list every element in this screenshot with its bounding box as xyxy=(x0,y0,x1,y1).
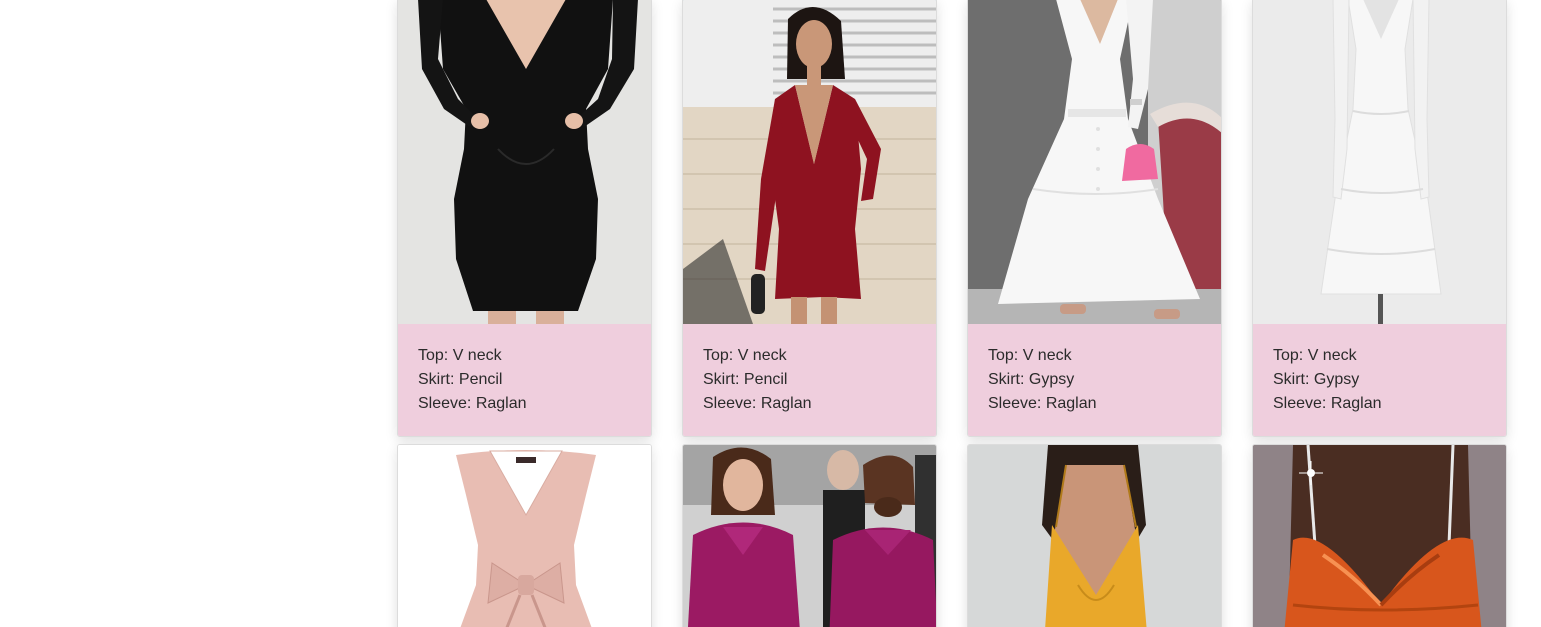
page: Top: V neck Skirt: Pencil Sleeve: Raglan xyxy=(0,0,1541,627)
product-image-red-dress[interactable] xyxy=(683,0,936,324)
product-top: Top: V neck xyxy=(988,347,1072,364)
product-card[interactable] xyxy=(397,444,652,627)
product-card[interactable]: Top: V neck Skirt: Pencil Sleeve: Raglan xyxy=(397,0,652,437)
product-sleeve: Sleeve: Raglan xyxy=(703,395,812,412)
white-maxi-dress-photo xyxy=(968,0,1221,324)
product-image-white-tiered-dress[interactable] xyxy=(1253,0,1506,324)
product-image-orange-satin-dress[interactable] xyxy=(1253,445,1506,627)
product-top: Top: V neck xyxy=(703,347,787,364)
pink-bow-dress-photo xyxy=(398,445,651,627)
product-card[interactable] xyxy=(1252,444,1507,627)
product-top: Top: V neck xyxy=(1273,347,1357,364)
product-image-black-dress[interactable] xyxy=(398,0,651,324)
product-skirt: Skirt: Pencil xyxy=(418,371,503,388)
product-image-yellow-slip-dress[interactable] xyxy=(968,445,1221,627)
product-skirt: Skirt: Gypsy xyxy=(988,371,1075,388)
purple-dress-photo xyxy=(683,445,936,627)
product-card[interactable]: Top: V neck Skirt: Gypsy Sleeve: Raglan xyxy=(967,0,1222,437)
product-card[interactable]: Top: V neck Skirt: Pencil Sleeve: Raglan xyxy=(682,0,937,437)
white-tiered-dress-photo xyxy=(1253,0,1506,324)
product-image-purple-dress[interactable] xyxy=(683,445,936,627)
product-image-pink-bow-dress[interactable] xyxy=(398,445,651,627)
product-info: Top: V neck Skirt: Pencil Sleeve: Raglan xyxy=(683,324,936,436)
product-top: Top: V neck xyxy=(418,347,502,364)
orange-satin-dress-photo xyxy=(1253,445,1506,627)
product-sleeve: Sleeve: Raglan xyxy=(1273,395,1382,412)
product-info: Top: V neck Skirt: Gypsy Sleeve: Raglan xyxy=(1253,324,1506,436)
product-sleeve: Sleeve: Raglan xyxy=(418,395,527,412)
black-dress-photo xyxy=(398,0,651,324)
product-info: Top: V neck Skirt: Gypsy Sleeve: Raglan xyxy=(968,324,1221,436)
product-skirt: Skirt: Pencil xyxy=(703,371,788,388)
red-dress-photo xyxy=(683,0,936,324)
product-card[interactable]: Top: V neck Skirt: Gypsy Sleeve: Raglan xyxy=(1252,0,1507,437)
product-skirt: Skirt: Gypsy xyxy=(1273,371,1360,388)
product-image-white-maxi-dress[interactable] xyxy=(968,0,1221,324)
product-info: Top: V neck Skirt: Pencil Sleeve: Raglan xyxy=(398,324,651,436)
product-card[interactable] xyxy=(682,444,937,627)
product-card[interactable] xyxy=(967,444,1222,627)
yellow-slip-dress-photo xyxy=(968,445,1221,627)
product-sleeve: Sleeve: Raglan xyxy=(988,395,1097,412)
